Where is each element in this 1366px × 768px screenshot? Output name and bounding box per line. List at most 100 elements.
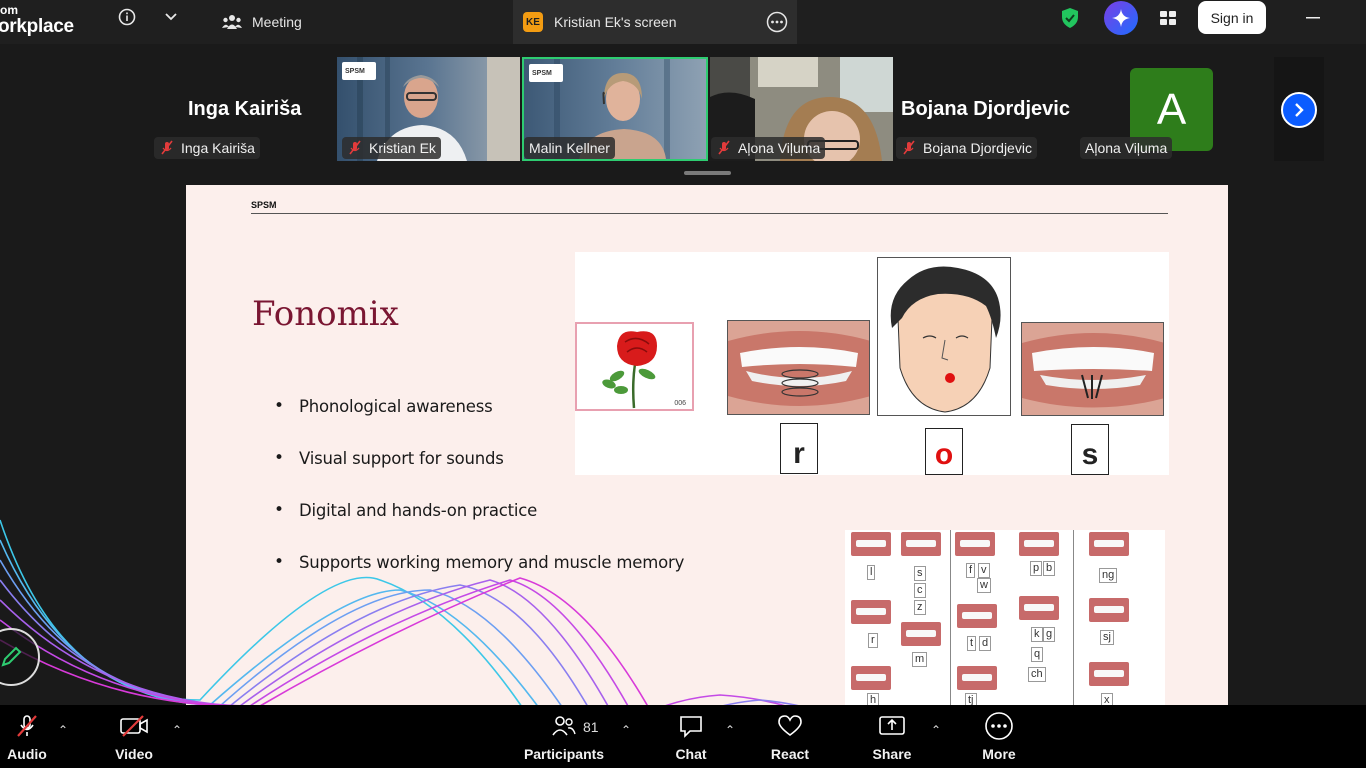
tab-shared-screen[interactable]: KE Kristian Ek's screen bbox=[513, 0, 797, 44]
participants-button[interactable]: Participants bbox=[524, 705, 604, 768]
info-icon[interactable] bbox=[116, 6, 138, 28]
participant-name-large: Bojana Djordjevic bbox=[901, 98, 1070, 120]
next-page-area bbox=[1274, 57, 1324, 161]
mouth-r-image bbox=[727, 320, 870, 415]
chart-letter: k bbox=[1031, 627, 1043, 642]
participant-name: Kristian Ek bbox=[369, 140, 436, 156]
participants-icon bbox=[551, 705, 577, 739]
share-screen-icon bbox=[878, 705, 906, 739]
chart-letter: sj bbox=[1100, 630, 1114, 645]
letter-card-r: r bbox=[780, 423, 818, 474]
participant-name-tag: Malin Kellner bbox=[524, 137, 615, 159]
minimize-icon[interactable] bbox=[1302, 6, 1326, 30]
shared-screen-slide: SPSM Fonomix Phonological awareness Visu… bbox=[186, 185, 1228, 705]
chart-letter: r bbox=[868, 633, 878, 648]
chart-letter: c bbox=[914, 583, 926, 598]
security-shield-icon[interactable] bbox=[1058, 6, 1082, 30]
mouth-thumbnail bbox=[851, 532, 891, 556]
mic-muted-icon bbox=[716, 140, 732, 156]
mic-muted-icon bbox=[347, 140, 363, 156]
heart-icon bbox=[776, 705, 804, 739]
more-icon bbox=[984, 705, 1014, 740]
chevron-up-icon[interactable]: ⌃ bbox=[58, 723, 68, 737]
chart-letter: tj bbox=[965, 693, 977, 705]
participant-name-tag: Aļona Viļuma bbox=[711, 137, 826, 159]
chart-letter: w bbox=[977, 578, 991, 593]
participant-name-tag: Aļona Viļuma bbox=[1080, 137, 1173, 159]
mic-muted-icon bbox=[159, 140, 175, 156]
share-button[interactable]: Share bbox=[872, 705, 912, 768]
tab-shared-screen-label: Kristian Ek's screen bbox=[554, 14, 677, 30]
slide-title: Fonomix bbox=[252, 294, 399, 334]
sign-in-button[interactable]: Sign in bbox=[1198, 1, 1266, 34]
audio-button[interactable]: Audio bbox=[6, 705, 48, 768]
participant-name: Inga Kairiša bbox=[181, 140, 255, 156]
chevron-up-icon[interactable]: ⌃ bbox=[931, 723, 941, 737]
chevron-down-icon[interactable] bbox=[160, 6, 182, 28]
resize-handle[interactable] bbox=[684, 171, 731, 175]
participants-count: 81 bbox=[583, 719, 599, 735]
tab-meeting[interactable]: Meeting bbox=[212, 0, 512, 44]
chart-letter: x bbox=[1101, 693, 1113, 705]
more-button[interactable]: More bbox=[979, 705, 1019, 768]
chart-letter: z bbox=[914, 600, 926, 615]
chat-label: Chat bbox=[675, 746, 707, 762]
react-label: React bbox=[770, 746, 810, 762]
share-label: Share bbox=[872, 746, 912, 762]
brand-line-2: orkplace bbox=[0, 16, 74, 37]
chevron-right-icon[interactable] bbox=[1281, 92, 1317, 128]
chevron-up-icon[interactable]: ⌃ bbox=[172, 723, 182, 737]
chevron-up-icon[interactable]: ⌃ bbox=[725, 723, 735, 737]
chevron-up-icon[interactable]: ⌃ bbox=[621, 723, 631, 737]
participant-name-large: Inga Kairiša bbox=[188, 98, 302, 120]
fonomix-word-image: 006 r o s bbox=[575, 252, 1169, 475]
tab-meeting-label: Meeting bbox=[252, 14, 302, 30]
mouth-thumbnail bbox=[901, 532, 941, 556]
apps-grid-icon[interactable] bbox=[1155, 5, 1181, 31]
mouth-thumbnail bbox=[957, 666, 997, 690]
chart-letter: b bbox=[1043, 561, 1056, 576]
pencil-icon bbox=[1, 646, 22, 667]
more-label: More bbox=[982, 746, 1016, 762]
mouth-thumbnail bbox=[1089, 662, 1129, 686]
divider bbox=[1073, 530, 1074, 705]
video-off-icon bbox=[119, 705, 149, 739]
bullet-item: Digital and hands-on practice bbox=[274, 500, 684, 553]
video-button[interactable]: Video bbox=[112, 705, 156, 768]
participant-name: Aļona Viļuma bbox=[738, 140, 821, 156]
divider bbox=[251, 213, 1168, 214]
chart-letter: v bbox=[978, 563, 990, 578]
chart-letter: f bbox=[966, 563, 976, 578]
participant-name-tag: Bojana Djordjevic bbox=[896, 137, 1037, 159]
brand-line-1: om bbox=[0, 3, 18, 17]
participant-name: Aļona Viļuma bbox=[1085, 140, 1168, 156]
chat-icon bbox=[678, 705, 704, 739]
chart-letter: d bbox=[979, 636, 992, 651]
chart-letter: p bbox=[1030, 561, 1043, 576]
chart-letter: m bbox=[912, 652, 928, 667]
mouth-thumbnail bbox=[1019, 532, 1059, 556]
chat-button[interactable]: Chat bbox=[672, 705, 710, 768]
letter-card-s: s bbox=[1071, 424, 1109, 475]
meeting-toolbar: Audio ⌃ Video ⌃ Participants 81 ⌃ Chat ⌃… bbox=[0, 705, 1366, 768]
mouth-thumbnail bbox=[1089, 598, 1129, 622]
video-label: Video bbox=[115, 746, 153, 762]
react-button[interactable]: React bbox=[768, 705, 812, 768]
ai-companion-icon[interactable] bbox=[1104, 1, 1138, 35]
divider bbox=[950, 530, 951, 705]
sound-chart-image: l s c z f v w p b ng r m t d k g q ch sj… bbox=[845, 530, 1165, 705]
slide-org-label: SPSM bbox=[251, 200, 277, 210]
more-icon[interactable] bbox=[766, 11, 788, 33]
rose-icon bbox=[602, 331, 657, 409]
audio-label: Audio bbox=[7, 746, 47, 762]
chart-letter: ch bbox=[1028, 667, 1046, 682]
mic-muted-icon bbox=[901, 140, 917, 156]
annotate-button[interactable] bbox=[0, 628, 40, 686]
chart-letter: h bbox=[867, 693, 880, 705]
card-number: 006 bbox=[674, 400, 686, 407]
chart-letter: s bbox=[914, 566, 926, 581]
participant-name-tag: Inga Kairiša bbox=[154, 137, 260, 159]
spsm-logo: SPSM bbox=[342, 62, 376, 80]
face-o-image bbox=[877, 257, 1011, 416]
mouth-thumbnail bbox=[1089, 532, 1129, 556]
